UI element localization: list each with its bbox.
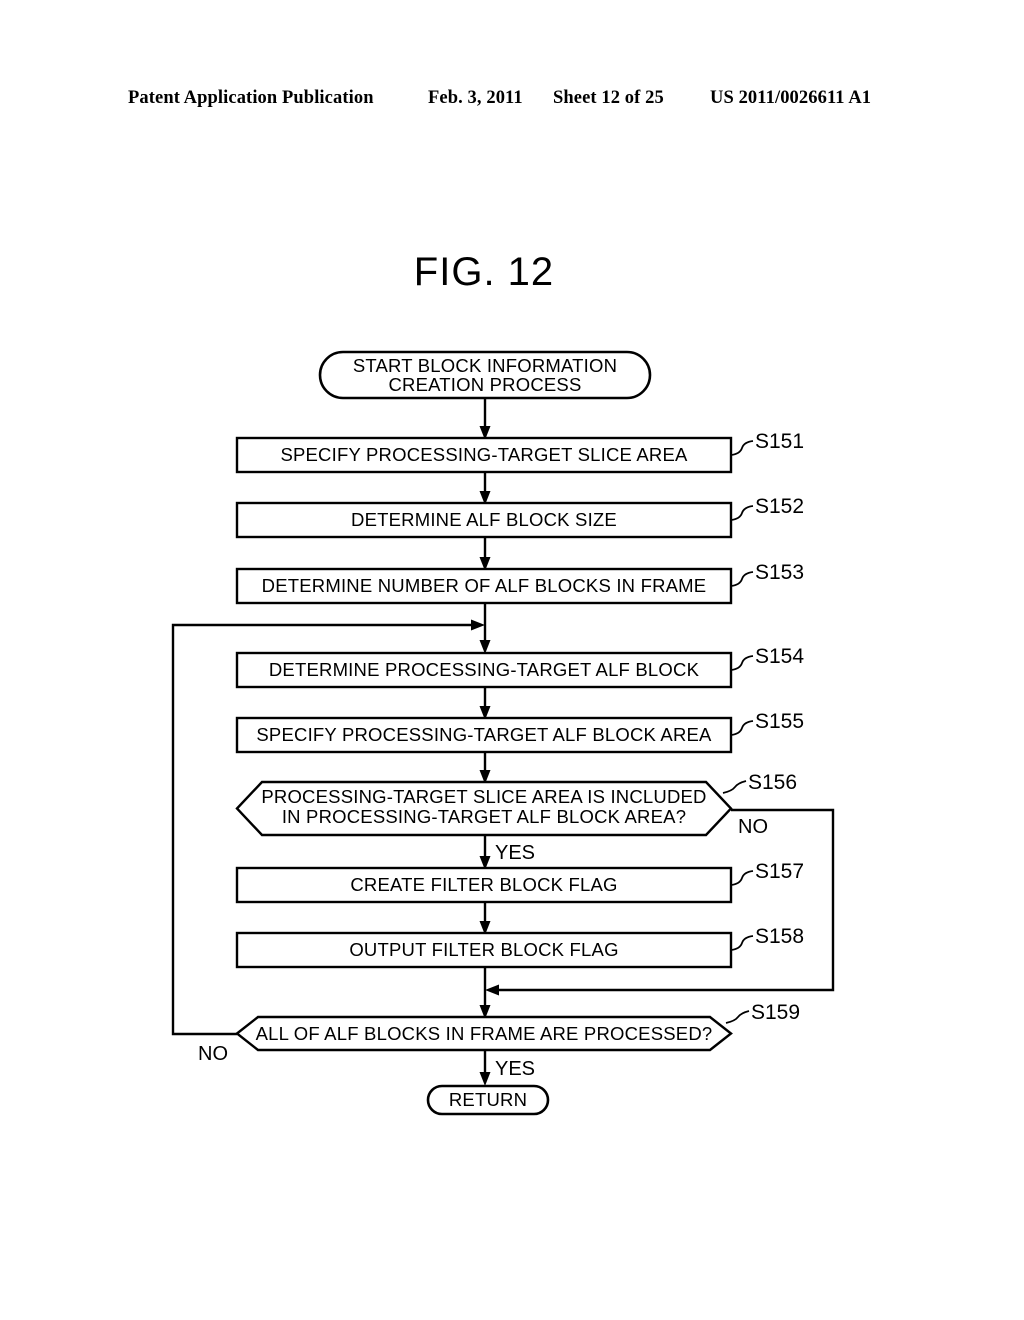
leader-line-s157 — [730, 870, 754, 886]
process-node-s155-label: SPECIFY PROCESSING-TARGET ALF BLOCK AREA — [256, 724, 712, 745]
process-node-s157: CREATE FILTER BLOCK FLAG S157 — [235, 860, 804, 904]
process-node-s152-label: DETERMINE ALF BLOCK SIZE — [351, 509, 617, 530]
start-terminal-label-line2: CREATION PROCESS — [388, 374, 581, 395]
process-node-s151-label: SPECIFY PROCESSING-TARGET SLICE AREA — [280, 444, 688, 465]
process-node-s153: DETERMINE NUMBER OF ALF BLOCKS IN FRAME … — [235, 561, 804, 605]
step-label-s152: S152 — [755, 495, 804, 518]
decision-node-s159: ALL OF ALF BLOCKS IN FRAME ARE PROCESSED… — [198, 1001, 800, 1080]
step-label-s155: S155 — [755, 710, 804, 733]
process-node-s157-label: CREATE FILTER BLOCK FLAG — [350, 874, 617, 895]
flowchart-figure: FIG. 12 START BLOCK INFORMATION CREATION… — [171, 250, 835, 1116]
process-node-s152: DETERMINE ALF BLOCK SIZE S152 — [235, 495, 804, 539]
decision-node-s156: PROCESSING-TARGET SLICE AREA IS INCLUDED… — [235, 771, 797, 864]
branch-label-s159-yes: YES — [495, 1058, 535, 1080]
step-label-s158: S158 — [755, 925, 804, 948]
process-node-s154: DETERMINE PROCESSING-TARGET ALF BLOCK S1… — [235, 645, 804, 689]
start-terminal-label-line1: START BLOCK INFORMATION — [353, 355, 617, 376]
leader-line-s159 — [725, 1010, 750, 1024]
branch-label-s159-no: NO — [198, 1043, 228, 1065]
step-label-s151: S151 — [755, 430, 804, 453]
step-label-s156: S156 — [748, 771, 797, 794]
arrowhead-return — [479, 1072, 491, 1086]
process-node-s158: OUTPUT FILTER BLOCK FLAG S158 — [235, 925, 804, 969]
process-node-s158-label: OUTPUT FILTER BLOCK FLAG — [349, 939, 618, 960]
end-terminal-label: RETURN — [449, 1089, 527, 1110]
decision-node-s156-label-line1: PROCESSING-TARGET SLICE AREA IS INCLUDED — [261, 786, 706, 807]
leader-line-s153 — [730, 571, 754, 587]
step-label-s157: S157 — [755, 860, 804, 883]
leader-line-s156 — [722, 780, 747, 794]
process-node-s153-label: DETERMINE NUMBER OF ALF BLOCKS IN FRAME — [262, 575, 707, 596]
branch-label-s156-no: NO — [738, 816, 768, 838]
arrowhead-s159-no-merge — [471, 619, 485, 631]
leader-line-s155 — [730, 720, 754, 736]
decision-node-s156-label-line2: IN PROCESSING-TARGET ALF BLOCK AREA? — [282, 806, 686, 827]
patent-page: Patent Application Publication Feb. 3, 2… — [0, 0, 1024, 1320]
process-node-s151: SPECIFY PROCESSING-TARGET SLICE AREA S15… — [235, 430, 804, 474]
leader-line-s152 — [730, 505, 754, 521]
step-label-s159: S159 — [751, 1001, 800, 1024]
process-node-s155: SPECIFY PROCESSING-TARGET ALF BLOCK AREA… — [235, 710, 804, 754]
step-label-s154: S154 — [755, 645, 804, 668]
leader-line-s158 — [730, 935, 754, 951]
leader-line-s151 — [730, 440, 754, 456]
step-label-s153: S153 — [755, 561, 804, 584]
start-terminal: START BLOCK INFORMATION CREATION PROCESS — [318, 350, 652, 400]
end-terminal: RETURN — [426, 1084, 550, 1116]
leader-line-s154 — [730, 655, 754, 671]
decision-node-s159-label-line1: ALL OF ALF BLOCKS IN FRAME ARE PROCESSED… — [256, 1023, 713, 1044]
figure-title: FIG. 12 — [414, 250, 554, 294]
process-node-s154-label: DETERMINE PROCESSING-TARGET ALF BLOCK — [269, 659, 700, 680]
branch-label-s156-yes: YES — [495, 842, 535, 864]
arrowhead-s156-no-merge — [485, 984, 499, 996]
